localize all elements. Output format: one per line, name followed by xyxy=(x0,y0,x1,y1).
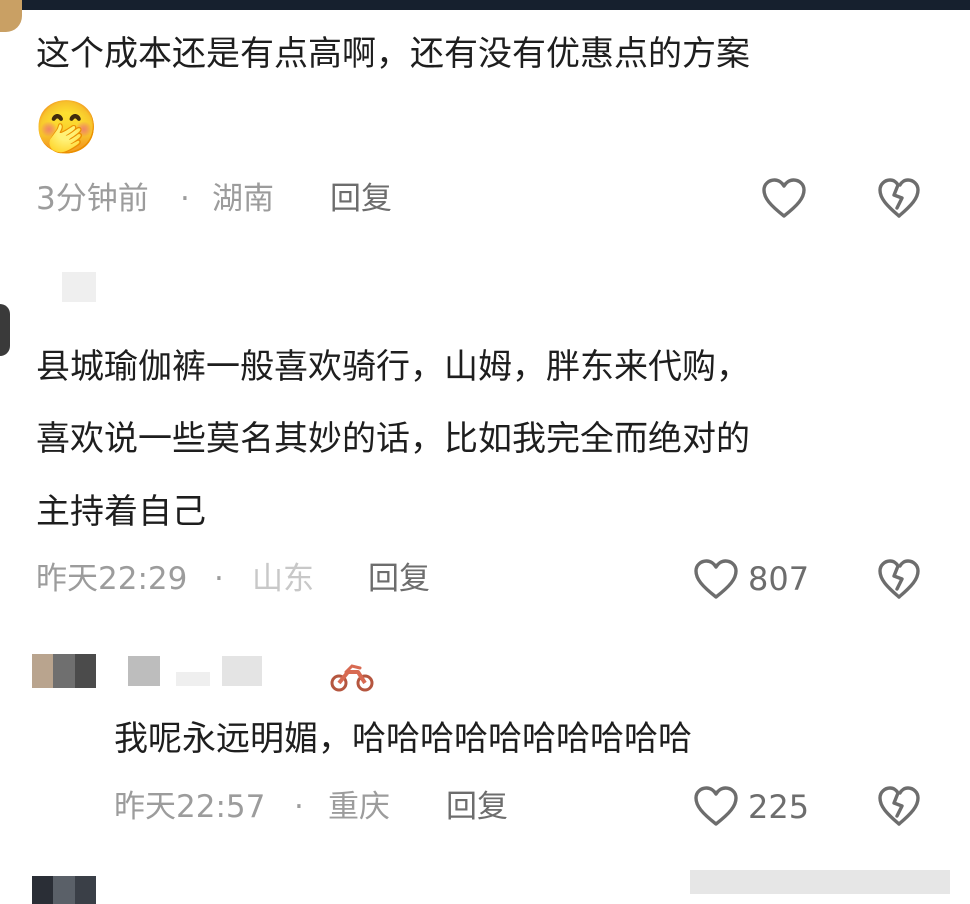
comment-text: 这个成本还是有点高啊，还有没有优惠点的方案 xyxy=(36,34,750,74)
avatar[interactable] xyxy=(32,654,96,688)
heart-outline-icon[interactable] xyxy=(692,784,740,828)
emoji-icon: 🤭 xyxy=(34,98,99,158)
comment-time: 昨天22:29 xyxy=(36,561,188,597)
comment-time: 3分钟前 xyxy=(36,181,149,217)
heart-outline-icon[interactable] xyxy=(760,176,808,220)
watermark-redacted xyxy=(690,870,950,894)
meta-dot: · xyxy=(214,561,224,597)
reply-button[interactable]: 回复 xyxy=(330,181,392,217)
like-count: 225 xyxy=(748,788,810,826)
comment-location: 重庆 xyxy=(328,789,390,825)
username-redacted xyxy=(62,272,96,302)
comment-text-line: 县城瑜伽裤一般喜欢骑行，山姆，胖东来代购， xyxy=(36,347,750,387)
comment-text-line: 喜欢说一些莫名其妙的话，比如我完全而绝对的 xyxy=(36,419,750,459)
top-bar xyxy=(0,0,970,10)
avatar[interactable] xyxy=(0,304,10,356)
broken-heart-icon[interactable] xyxy=(876,176,922,220)
comment-text: 我呢永远明媚，哈哈哈哈哈哈哈哈哈哈 xyxy=(114,719,692,759)
avatar[interactable] xyxy=(0,0,22,32)
reply-button[interactable]: 回复 xyxy=(368,561,430,597)
avatar[interactable] xyxy=(32,876,96,904)
comment-location: 山东 xyxy=(252,561,314,597)
username-redacted xyxy=(176,672,210,686)
username-redacted xyxy=(222,656,262,686)
reply-button[interactable]: 回复 xyxy=(446,789,508,825)
like-count: 807 xyxy=(748,560,810,598)
comment-text-line: 主持着自己 xyxy=(36,492,206,532)
broken-heart-icon[interactable] xyxy=(876,557,922,601)
username-redacted xyxy=(128,656,160,686)
heart-outline-icon[interactable] xyxy=(692,557,740,601)
meta-dot: · xyxy=(180,181,190,217)
motorcycle-icon xyxy=(330,664,374,692)
broken-heart-icon[interactable] xyxy=(876,784,922,828)
meta-dot: · xyxy=(294,789,304,825)
comment-location: 湖南 xyxy=(212,181,274,217)
comment-time: 昨天22:57 xyxy=(114,789,266,825)
